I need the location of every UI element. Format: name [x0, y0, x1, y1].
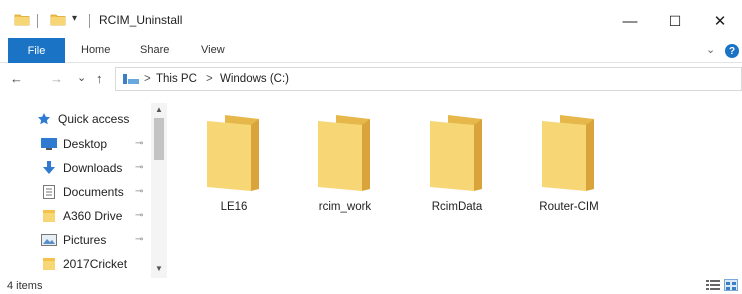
- recent-locations-chevron-icon[interactable]: ⌄: [77, 71, 86, 84]
- large-icons-view-icon[interactable]: [724, 279, 738, 291]
- window-title: RCIM_Uninstall: [99, 13, 183, 27]
- nav-item-label: Downloads: [63, 161, 123, 175]
- folder-label: rcim_work: [318, 201, 372, 213]
- details-view-icon[interactable]: [706, 279, 720, 291]
- ribbon-tabs: File Home Share View ⌄: [0, 38, 742, 63]
- folder-icon: [542, 115, 594, 191]
- nav-item-label: Documents: [63, 185, 124, 199]
- nav-item-desktop[interactable]: Desktop: [41, 133, 107, 155]
- nav-item-2017cricket[interactable]: 2017Cricket: [41, 253, 127, 275]
- desktop-icon: [41, 137, 57, 151]
- breadcrumb-separator: >: [206, 73, 213, 85]
- title-separator: [89, 14, 90, 28]
- up-arrow-icon[interactable]: ↑: [96, 71, 103, 86]
- scroll-thumb[interactable]: [154, 118, 164, 160]
- address-bar[interactable]: > This PC > Windows (C:): [115, 67, 742, 91]
- title-bar: ▾ RCIM_Uninstall — ☐ ✕: [0, 0, 742, 38]
- minimize-button[interactable]: —: [610, 8, 650, 34]
- close-button[interactable]: ✕: [700, 8, 740, 34]
- folder-label: LE16: [220, 201, 248, 213]
- download-icon: [41, 161, 57, 175]
- pin-icon[interactable]: ⊸: [135, 186, 143, 197]
- quick-access-toolbar-dropdown-icon[interactable]: ▾: [72, 13, 77, 24]
- folder-item-rcim-work[interactable]: rcim_work: [300, 111, 390, 231]
- pin-icon[interactable]: ⊸: [135, 138, 143, 149]
- scroll-down-icon[interactable]: ▼: [154, 264, 164, 273]
- nav-pane-scrollbar[interactable]: ▲ ▼: [151, 103, 167, 278]
- folder-icon: [41, 209, 57, 223]
- nav-item-label: 2017Cricket: [63, 257, 128, 271]
- nav-item-quick-access[interactable]: Quick access: [36, 108, 129, 130]
- tab-view[interactable]: View: [201, 44, 225, 56]
- file-list: LE16 rcim_work RcimData Router-CIM: [172, 95, 742, 278]
- new-folder-icon[interactable]: [50, 12, 66, 29]
- pictures-icon: [41, 233, 57, 247]
- breadcrumb-this-pc[interactable]: This PC: [156, 73, 197, 85]
- tab-share[interactable]: Share: [140, 44, 169, 56]
- nav-item-documents[interactable]: Documents: [41, 181, 124, 203]
- title-separator: [37, 14, 38, 28]
- item-count: 4 items: [7, 280, 43, 292]
- tab-home[interactable]: Home: [81, 44, 110, 56]
- folder-icon: [207, 115, 259, 191]
- folder-label: RcimData: [431, 201, 483, 213]
- folder-item-router-cim[interactable]: Router-CIM: [524, 111, 614, 231]
- folder-icon: [318, 115, 370, 191]
- folder-label: Router-CIM: [539, 201, 599, 213]
- pin-icon[interactable]: ⊸: [135, 234, 143, 245]
- status-bar: 4 items: [0, 278, 742, 294]
- pin-icon[interactable]: ⊸: [135, 210, 143, 221]
- nav-item-label: Desktop: [63, 137, 108, 151]
- folder-icon[interactable]: [14, 12, 30, 29]
- pin-icon[interactable]: ⊸: [135, 162, 143, 173]
- address-row: ← → ⌄ ↑ > This PC > Windows (C:): [0, 63, 742, 95]
- star-icon: [36, 112, 52, 126]
- folder-icon: [430, 115, 482, 191]
- navigation-pane: Quick access Desktop ⊸ Downloads ⊸ Docum…: [0, 95, 170, 278]
- folder-item-le16[interactable]: LE16: [189, 111, 279, 231]
- nav-item-label: Pictures: [63, 233, 107, 247]
- this-pc-icon: [122, 73, 140, 85]
- breadcrumb-windows-c[interactable]: Windows (C:): [220, 73, 289, 85]
- tab-file[interactable]: File: [8, 38, 65, 63]
- nav-item-label: Quick access: [58, 112, 130, 126]
- scroll-up-icon[interactable]: ▲: [154, 105, 164, 114]
- nav-item-a360-drive[interactable]: A360 Drive: [41, 205, 122, 227]
- nav-item-downloads[interactable]: Downloads: [41, 157, 122, 179]
- maximize-button[interactable]: ☐: [655, 8, 695, 34]
- nav-item-label: A360 Drive: [63, 209, 123, 223]
- folder-item-rcimdata[interactable]: RcimData: [412, 111, 502, 231]
- help-icon[interactable]: ?: [725, 44, 739, 58]
- expand-ribbon-chevron-icon[interactable]: ⌄: [706, 43, 715, 56]
- document-icon: [41, 185, 57, 199]
- forward-arrow-icon[interactable]: →: [50, 71, 63, 86]
- nav-item-pictures[interactable]: Pictures: [41, 229, 106, 251]
- folder-icon: [41, 257, 57, 271]
- back-arrow-icon[interactable]: ←: [10, 71, 23, 86]
- breadcrumb-separator: >: [144, 73, 151, 85]
